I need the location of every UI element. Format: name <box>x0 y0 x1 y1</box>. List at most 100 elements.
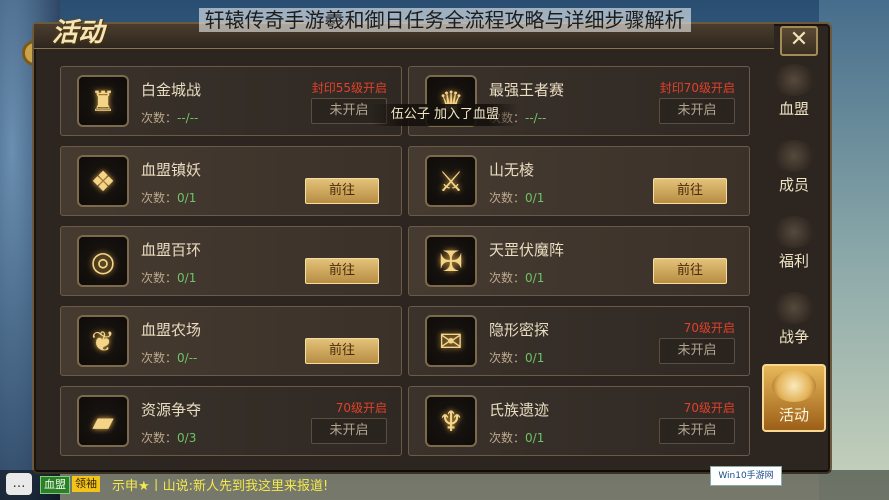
level-requirement: 70级开启 <box>683 321 735 335</box>
chat-rank-badge: 领袖 <box>72 476 100 492</box>
activity-card: ✠ 天罡伏魔阵次数：0/1 前往 <box>408 226 750 296</box>
chat-channel-tag: 血盟 <box>40 476 70 494</box>
side-tab[interactable]: 血盟 <box>762 60 826 128</box>
count-value: 0/1 <box>525 191 545 205</box>
count-value: 0/-- <box>177 351 198 365</box>
count-label: 次数： <box>489 351 526 365</box>
count-label: 次数： <box>489 191 526 205</box>
level-requirement: 70级开启 <box>683 401 735 415</box>
envelope-icon: ✉ <box>439 324 463 358</box>
sprout-icon: ❦ <box>91 324 115 358</box>
fox-icon: ❖ <box>90 164 116 198</box>
go-button[interactable]: 前往 <box>653 258 727 284</box>
count-label: 次数： <box>141 271 178 285</box>
activity-count: 次数：--/-- <box>141 109 198 126</box>
crossed-swords-icon: ⚔ <box>438 164 464 198</box>
activity-name: 山无棱 <box>489 161 535 179</box>
side-tab[interactable]: 活动 <box>762 364 826 432</box>
activity-icon-frame: ❦ <box>77 315 129 367</box>
level-requirement: 封印70级开启 <box>659 81 735 95</box>
formation-icon: ✠ <box>439 244 463 278</box>
horn-icon <box>772 370 816 402</box>
activity-card: ▰ 资源争夺次数：0/3 70级开启未开启 <box>60 386 402 456</box>
activity-count: 次数：0/3 <box>141 429 196 446</box>
chat-bubble-icon[interactable]: … <box>6 473 32 495</box>
count-value: --/-- <box>177 111 199 125</box>
activity-card: ❖ 血盟镇妖次数：0/1 前往 <box>60 146 402 216</box>
side-tab[interactable]: 战争 <box>762 288 826 356</box>
locked-button: 未开启 <box>659 98 735 124</box>
count-label: 次数： <box>489 431 526 445</box>
side-tab[interactable]: 成员 <box>762 136 826 204</box>
activity-icon-frame: ▰ <box>77 395 129 447</box>
rings-icon: ◎ <box>90 244 116 278</box>
count-value: 0/1 <box>177 191 197 205</box>
activity-icon-frame: ♆ <box>425 395 477 447</box>
side-tab-label: 成员 <box>778 176 809 194</box>
go-button[interactable]: 前往 <box>305 338 379 364</box>
side-tab-label: 福利 <box>778 252 809 270</box>
activity-card: ⚔ 山无棱次数：0/1 前往 <box>408 146 750 216</box>
activity-name: 血盟农场 <box>141 321 202 339</box>
locked-button: 未开启 <box>659 418 735 444</box>
activity-name: 氏族遗迹 <box>489 401 550 419</box>
count-value: 0/1 <box>525 271 545 285</box>
side-tab-label: 血盟 <box>778 100 809 118</box>
article-banner-title: 轩辕传奇手游羲和御日任务全流程攻略与详细步骤解析 <box>0 0 889 40</box>
locked-button: 未开启 <box>311 418 387 444</box>
welfare-mask-icon <box>772 216 816 248</box>
count-value: --/-- <box>525 111 547 125</box>
count-value: 0/1 <box>525 431 545 445</box>
activity-name: 资源争夺 <box>141 401 202 419</box>
side-tab-label: 活动 <box>778 406 809 424</box>
activity-card: ✉ 隐形密探次数：0/1 70级开启未开启 <box>408 306 750 376</box>
banner-title-text: 轩辕传奇手游羲和御日任务全流程攻略与详细步骤解析 <box>198 8 691 32</box>
members-icon <box>772 140 816 172</box>
activity-name: 血盟镇妖 <box>141 161 202 179</box>
activity-grid: ♜白金城战次数：--/--封印55级开启未开启♛最强王者赛次数：--/--封印7… <box>60 66 750 466</box>
activity-count: 次数：0/1 <box>141 269 196 286</box>
count-label: 次数： <box>141 351 178 365</box>
count-label: 次数： <box>141 111 178 125</box>
chat-message: 示申★丨山说:新人先到我这里来报道! <box>112 479 329 494</box>
activity-icon-frame: ✠ <box>425 235 477 287</box>
activity-name: 白金城战 <box>141 81 202 99</box>
war-icon <box>772 292 816 324</box>
demon-mask-icon: ♆ <box>438 404 464 438</box>
activity-name: 天罡伏魔阵 <box>489 241 565 259</box>
activity-name: 血盟百环 <box>141 241 202 259</box>
activity-count: 次数：0/1 <box>141 189 196 206</box>
activity-count: 次数：0/1 <box>489 349 544 366</box>
activity-name: 隐形密探 <box>489 321 550 339</box>
side-tab-label: 战争 <box>778 328 809 346</box>
activity-card: ♆ 氏族遗迹次数：0/1 70级开启未开启 <box>408 386 750 456</box>
count-label: 次数： <box>141 431 178 445</box>
go-button[interactable]: 前往 <box>305 178 379 204</box>
activity-icon-frame: ❖ <box>77 155 129 207</box>
go-button[interactable]: 前往 <box>653 178 727 204</box>
activity-card: ❦ 血盟农场次数：0/-- 前往 <box>60 306 402 376</box>
count-value: 0/1 <box>525 351 545 365</box>
level-requirement: 70级开启 <box>335 401 387 415</box>
activity-icon-frame: ♜ <box>77 75 129 127</box>
gold-bar-icon: ▰ <box>92 404 114 438</box>
count-label: 次数： <box>489 271 526 285</box>
activity-icon-frame: ✉ <box>425 315 477 367</box>
locked-button: 未开启 <box>659 338 735 364</box>
activity-card: ◎ 血盟百环次数：0/1 前往 <box>60 226 402 296</box>
activity-count: 次数：0/1 <box>489 429 544 446</box>
activity-count: 次数：0/-- <box>141 349 197 366</box>
activity-icon-frame: ◎ <box>77 235 129 287</box>
go-button[interactable]: 前往 <box>305 258 379 284</box>
count-value: 0/3 <box>177 431 197 445</box>
count-value: 0/1 <box>177 271 197 285</box>
clan-banner-icon <box>772 64 816 96</box>
toast-notification: 伍公子 加入了血盟 <box>372 104 518 126</box>
count-label: 次数： <box>141 191 178 205</box>
activity-name: 最强王者赛 <box>489 81 565 99</box>
activity-icon-frame: ⚔ <box>425 155 477 207</box>
activity-count: 次数：0/1 <box>489 189 544 206</box>
side-tab[interactable]: 福利 <box>762 212 826 280</box>
level-requirement: 封印55级开启 <box>311 81 387 95</box>
activity-count: 次数：0/1 <box>489 269 544 286</box>
